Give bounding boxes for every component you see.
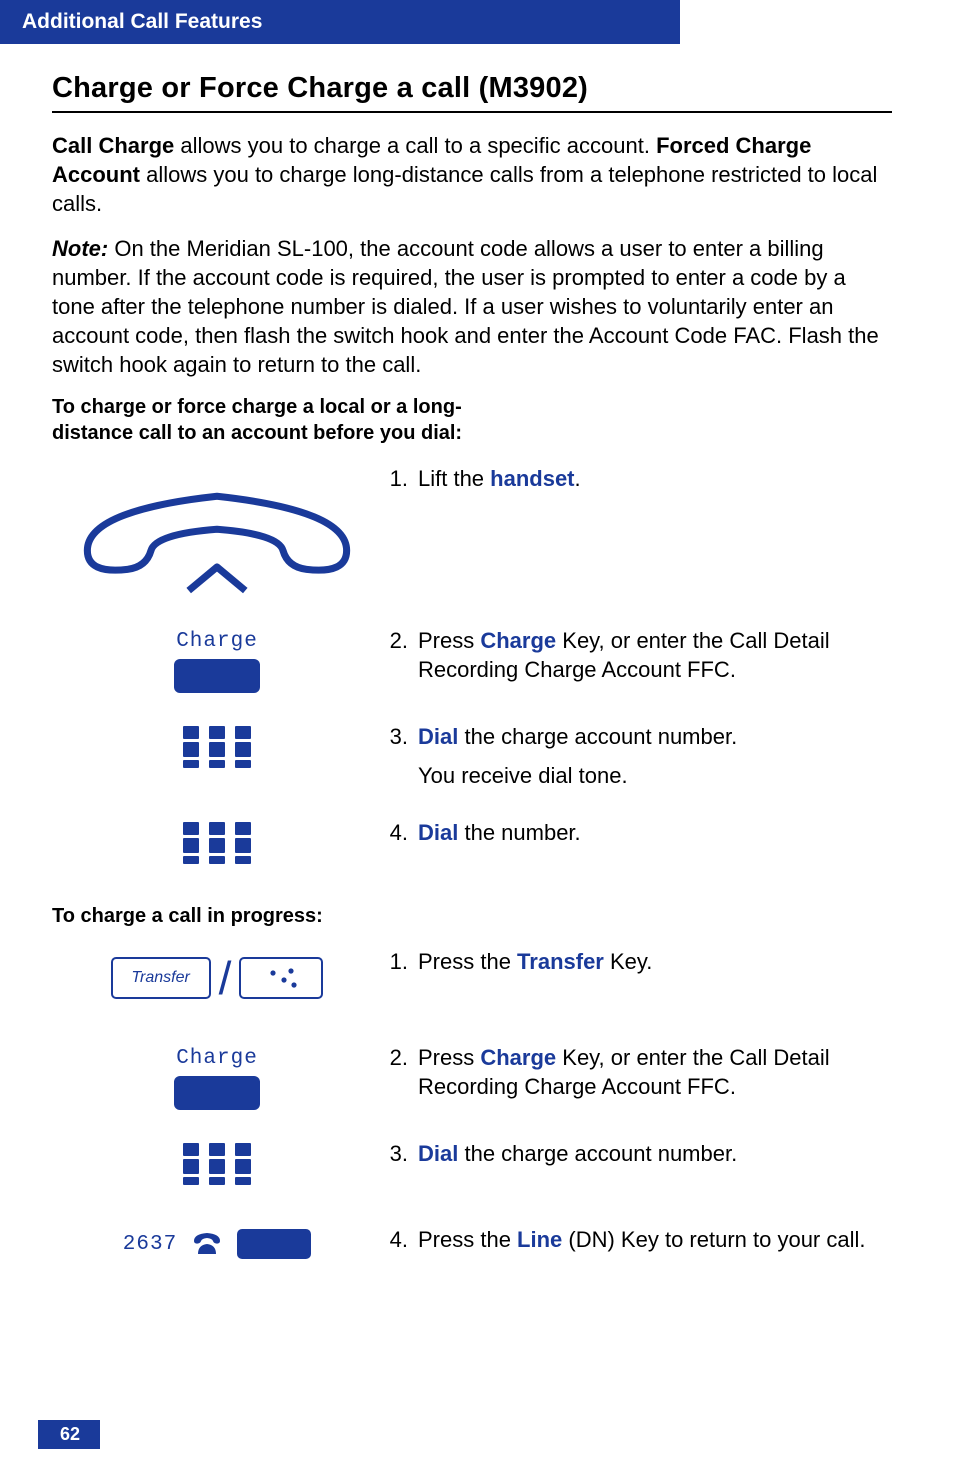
step-body: Press Charge Key, or enter the Call Deta…: [418, 626, 892, 684]
intro-text2: allows you to charge long-distance calls…: [52, 162, 877, 216]
keypad-graphic: [183, 1143, 251, 1185]
line-key: 2637: [123, 1229, 311, 1259]
handset-offhook-icon: [52, 468, 382, 609]
step-body: Press the Transfer Key.: [418, 947, 892, 976]
t: (DN) Key to return to your call.: [562, 1227, 865, 1252]
charge-softkey-icon: Charge: [52, 1043, 382, 1110]
transfer-pair: Transfer /: [111, 951, 324, 1005]
keypad-graphic: [183, 822, 251, 864]
breadcrumb: Additional Call Features: [0, 0, 680, 44]
transfer-key-icon: Transfer /: [52, 947, 382, 1005]
page-content: Charge or Force Charge a call (M3902) Ca…: [0, 44, 954, 1305]
step-row: 4. Dial the number.: [52, 818, 892, 888]
transfer-key-dots-box: [239, 957, 323, 999]
title-rule: [52, 111, 892, 113]
step-number: 2.: [382, 1043, 418, 1101]
softkey-label: Charge: [176, 630, 258, 653]
breadcrumb-text: Additional Call Features: [22, 10, 262, 33]
step-row: 1. Lift the handset.: [52, 464, 892, 609]
t: Press the: [418, 949, 517, 974]
t: Press the: [418, 1227, 517, 1252]
step-number: 2.: [382, 626, 418, 684]
t2: You receive dial tone.: [418, 763, 628, 788]
step-text: 1. Press the Transfer Key.: [382, 947, 892, 976]
intro-paragraph: Call Charge allows you to charge a call …: [52, 131, 892, 218]
transfer-label: Transfer: [131, 969, 189, 987]
step-body: Press Charge Key, or enter the Call Deta…: [418, 1043, 892, 1101]
line-key-icon: 2637: [52, 1225, 382, 1259]
step-row: Charge 2. Press Charge Key, or enter the…: [52, 626, 892, 706]
step-body: Lift the handset.: [418, 464, 892, 493]
t: Press: [418, 628, 480, 653]
scenario2-title: To charge a call in progress:: [52, 904, 472, 930]
t: the number.: [458, 820, 580, 845]
softkey-label: Charge: [176, 1047, 258, 1070]
step-row: Transfer / 1. Press the Transfer Key.: [52, 947, 892, 1027]
step-row: 3. Dial the charge account number. You r…: [52, 722, 892, 802]
hl-transfer: Transfer: [517, 949, 604, 974]
hl-handset: handset: [490, 466, 574, 491]
note-label: Note:: [52, 236, 108, 261]
hl-charge: Charge: [480, 628, 556, 653]
note-paragraph: Note: On the Meridian SL-100, the accoun…: [52, 234, 892, 379]
keypad-icon: [52, 818, 382, 864]
charge-softkey-icon: Charge: [52, 626, 382, 693]
step-body: Dial the number.: [418, 818, 892, 847]
step-text: 2. Press Charge Key, or enter the Call D…: [382, 1043, 892, 1101]
note-text: On the Meridian SL-100, the account code…: [52, 236, 879, 377]
step-row: Charge 2. Press Charge Key, or enter the…: [52, 1043, 892, 1123]
softkey: Charge: [174, 630, 260, 693]
step-body: Dial the charge account number. You rece…: [418, 722, 892, 790]
step-row: 2637 4. Press the Line (DN) Key to retur…: [52, 1225, 892, 1305]
hl-dial: Dial: [418, 724, 458, 749]
softkey-button: [174, 659, 260, 693]
step-number: 1.: [382, 947, 418, 976]
step-number: 3.: [382, 722, 418, 790]
phone-icon: [191, 1231, 223, 1257]
step-number: 4.: [382, 818, 418, 847]
t: Press: [418, 1045, 480, 1070]
dn-number: 2637: [123, 1233, 177, 1256]
keypad-icon: [52, 722, 382, 768]
step-row: 3. Dial the charge account number.: [52, 1139, 892, 1209]
softkey-button: [174, 1076, 260, 1110]
line-button: [237, 1229, 311, 1259]
hl-charge: Charge: [480, 1045, 556, 1070]
step-number: 3.: [382, 1139, 418, 1168]
page-number-value: 62: [60, 1424, 80, 1444]
t: Key.: [604, 949, 653, 974]
hl-dial: Dial: [418, 820, 458, 845]
handset-icon: [52, 464, 382, 609]
step-text: 1. Lift the handset.: [382, 464, 892, 493]
transfer-dots-icon: [261, 966, 301, 990]
t: the charge account number.: [458, 1141, 737, 1166]
step-body: Press the Line (DN) Key to return to you…: [418, 1225, 892, 1254]
step-text: 2. Press Charge Key, or enter the Call D…: [382, 626, 892, 684]
t: .: [575, 466, 581, 491]
intro-term1: Call Charge: [52, 133, 174, 158]
page-number: 62: [38, 1420, 100, 1449]
step-body: Dial the charge account number.: [418, 1139, 892, 1168]
step-text: 4. Press the Line (DN) Key to return to …: [382, 1225, 892, 1254]
keypad-graphic: [183, 726, 251, 768]
softkey: Charge: [174, 1047, 260, 1110]
scenario1-title: To charge or force charge a local or a l…: [52, 395, 472, 446]
hl-dial: Dial: [418, 1141, 458, 1166]
step-number: 1.: [382, 464, 418, 493]
slash-icon: /: [219, 951, 232, 1005]
transfer-key-label-box: Transfer: [111, 957, 211, 999]
page-title: Charge or Force Charge a call (M3902): [52, 72, 892, 105]
hl-line: Line: [517, 1227, 562, 1252]
t: Lift the: [418, 466, 490, 491]
intro-text1: allows you to charge a call to a specifi…: [174, 133, 656, 158]
t: the charge account number.: [458, 724, 737, 749]
step-text: 3. Dial the charge account number. You r…: [382, 722, 892, 790]
keypad-icon: [52, 1139, 382, 1185]
step-text: 3. Dial the charge account number.: [382, 1139, 892, 1168]
step-number: 4.: [382, 1225, 418, 1254]
step-text: 4. Dial the number.: [382, 818, 892, 847]
